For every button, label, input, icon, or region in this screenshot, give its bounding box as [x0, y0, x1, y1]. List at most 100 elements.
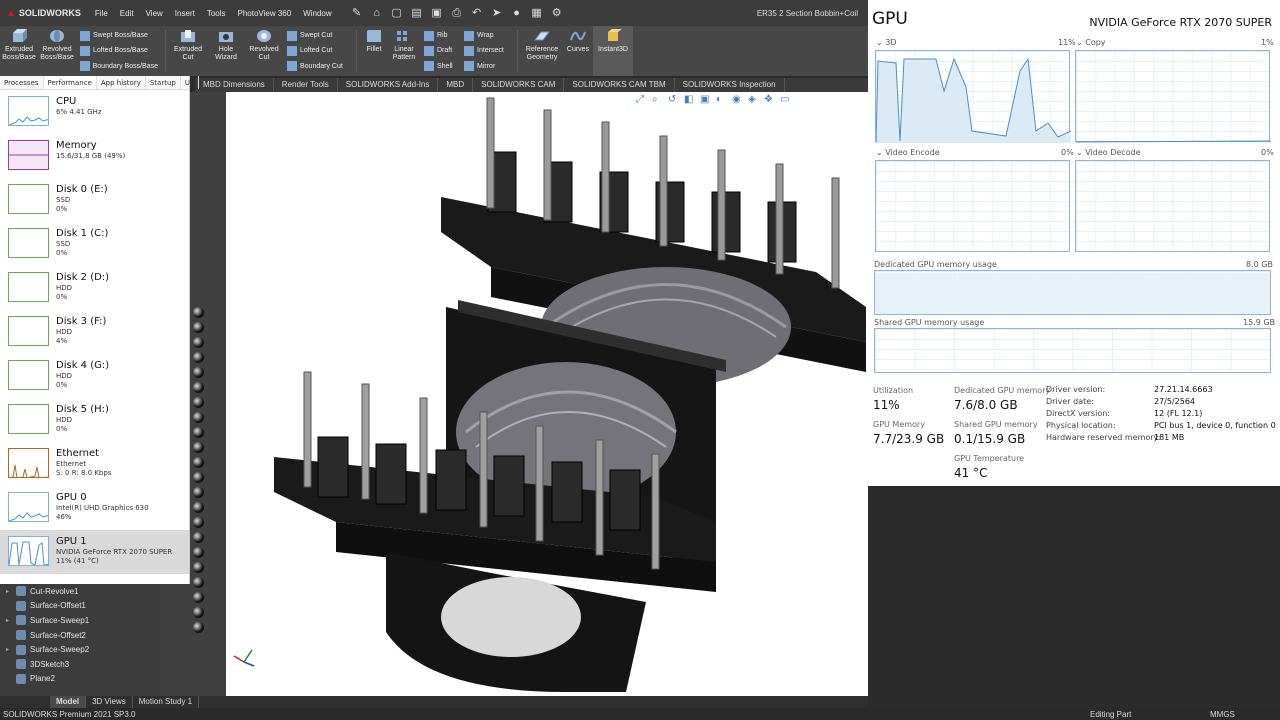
appearance-ball-icon[interactable] — [193, 457, 204, 468]
options-gear-icon[interactable]: ⚙ — [550, 6, 564, 20]
boundary-cut-button[interactable]: Boundary Cut — [287, 61, 349, 72]
appearance-ball-icon[interactable] — [193, 412, 204, 423]
edit-appearance-icon[interactable]: ◈ — [748, 95, 758, 105]
appearance-ball-icon[interactable] — [193, 472, 204, 483]
perf-item-disk-5-h[interactable]: Disk 5 (H:) HDD 0% — [0, 398, 189, 442]
home-icon[interactable]: ⌂ — [370, 6, 384, 20]
tree-item[interactable]: ▸ Surface-Sweep1 — [0, 613, 160, 628]
appearance-ball-icon[interactable] — [193, 397, 204, 408]
cm-tab[interactable]: SOLIDWORKS CAM — [473, 78, 565, 92]
draft-button[interactable]: Draft — [424, 45, 456, 56]
appearance-ball-icon[interactable] — [193, 352, 204, 363]
expand-arrow-icon[interactable]: ▸ — [6, 588, 12, 595]
perf-item-memory[interactable]: Memory 15.6/31.8 GB (49%) — [0, 134, 189, 178]
tm-tab[interactable]: Us — [181, 76, 199, 89]
appearance-ball-icon[interactable] — [193, 622, 204, 633]
appearance-ball-icon[interactable] — [193, 367, 204, 378]
wrap-button[interactable]: Wrap — [464, 30, 510, 41]
mirror-button[interactable]: Mirror — [464, 61, 510, 72]
tm-tab[interactable]: Startup — [146, 76, 181, 89]
previous-view-icon[interactable]: ↺ — [668, 95, 678, 105]
feature-tree-scroll-area[interactable] — [160, 584, 190, 696]
model-tab[interactable]: Model — [50, 696, 87, 708]
appearance-ball-icon[interactable] — [193, 487, 204, 498]
menu-insert[interactable]: Insert — [169, 9, 201, 18]
boundary-boss-button[interactable]: Boundary Boss/Base — [80, 61, 158, 72]
section-view-icon[interactable]: ◧ — [684, 95, 694, 105]
graph-3d-label[interactable]: ⌄ 3D — [876, 38, 897, 47]
graph-video-decode-label[interactable]: ⌄ Video Decode — [1076, 148, 1141, 157]
menu-photoview-360[interactable]: PhotoView 360 — [232, 9, 298, 18]
menu-view[interactable]: View — [140, 9, 169, 18]
shell-button[interactable]: Shell — [424, 61, 456, 72]
cm-tab[interactable]: MBD — [438, 78, 474, 92]
tm-tab[interactable]: App history — [97, 76, 146, 89]
lofted-cut-button[interactable]: Lofted Cut — [287, 45, 349, 56]
save-icon[interactable]: ▣ — [430, 6, 444, 20]
cm-tab[interactable]: SOLIDWORKS Inspection — [675, 78, 785, 92]
graph-copy-label[interactable]: ⌄ Copy — [1076, 38, 1106, 47]
expand-arrow-icon[interactable]: ▸ — [6, 646, 12, 653]
zoom-area-icon[interactable]: ⌕ — [652, 95, 662, 105]
appearance-ball-icon[interactable] — [193, 607, 204, 618]
linear-pattern-button[interactable]: Linear Pattern — [388, 26, 420, 76]
appearance-ball-icon[interactable] — [193, 502, 204, 513]
model-tab[interactable]: Motion Study 1 — [133, 696, 200, 708]
hole-wizard-button[interactable]: Hole Wizard — [207, 26, 245, 76]
tree-item[interactable]: ▸ Cut-Revolve1 — [0, 584, 160, 599]
menu-edit[interactable]: Edit — [114, 9, 140, 18]
new-file-icon[interactable]: ▢ — [390, 6, 404, 20]
swept-boss-button[interactable]: Swept Boss/Base — [80, 30, 158, 41]
revolved-boss-button[interactable]: Revolved Boss/Base — [38, 26, 76, 76]
select-icon[interactable]: ➤ — [490, 6, 504, 20]
perf-item-cpu[interactable]: CPU 6% 4.41 GHz — [0, 90, 189, 134]
tree-item[interactable]: Plane2 — [0, 672, 160, 687]
menu-file[interactable]: File — [89, 9, 114, 18]
swept-cut-button[interactable]: Swept Cut — [287, 30, 349, 41]
perf-item-disk-4-g[interactable]: Disk 4 (G:) HDD 0% — [0, 354, 189, 398]
cm-tab[interactable]: MBD Dimensions — [195, 78, 274, 92]
rib-button[interactable]: Rib — [424, 30, 456, 41]
display-style-icon[interactable]: ◐ — [716, 95, 726, 105]
reference-geometry-button[interactable]: Reference Geometry — [521, 26, 563, 76]
revolved-cut-button[interactable]: Revolved Cut — [245, 26, 283, 76]
intersect-button[interactable]: Intersect — [464, 45, 510, 56]
tree-item[interactable]: 3DSketch3 — [0, 657, 160, 672]
graph-video-encode-label[interactable]: ⌄ Video Encode — [876, 148, 940, 157]
expand-arrow-icon[interactable]: ▸ — [6, 617, 12, 624]
menu-window[interactable]: Window — [297, 9, 337, 18]
extruded-cut-button[interactable]: Extruded Cut — [169, 26, 207, 76]
appearance-ball-icon[interactable] — [193, 592, 204, 603]
tm-tab[interactable]: Performance — [43, 76, 97, 89]
view-settings-icon[interactable]: ▭ — [780, 95, 790, 105]
cm-tab[interactable]: Render Tools — [274, 78, 338, 92]
appearance-ball-icon[interactable] — [193, 532, 204, 543]
pin-icon[interactable]: ✎ — [350, 6, 364, 20]
view-orientation-icon[interactable]: ▣ — [700, 95, 710, 105]
lofted-boss-button[interactable]: Lofted Boss/Base — [80, 45, 158, 56]
print-icon[interactable]: ⎙ — [450, 6, 464, 20]
appearance-ball-icon[interactable] — [193, 307, 204, 318]
zoom-to-fit-icon[interactable]: ⤢ — [636, 95, 646, 105]
status-units[interactable]: MMGS — [1210, 710, 1235, 719]
traffic-light-icon[interactable]: ● — [510, 6, 524, 20]
tree-item[interactable]: Surface-Offset1 — [0, 599, 160, 614]
perf-item-disk-3-f[interactable]: Disk 3 (F:) HDD 4% — [0, 310, 189, 354]
extruded-boss-button[interactable]: Extruded Boss/Base — [0, 26, 38, 76]
model-tab[interactable]: 3D Views — [86, 696, 133, 708]
cm-tab[interactable]: SOLIDWORKS CAM TBM — [564, 78, 675, 92]
undo-icon[interactable]: ↶ — [470, 6, 484, 20]
appearance-ball-icon[interactable] — [193, 547, 204, 558]
perf-item-disk-2-d[interactable]: Disk 2 (D:) HDD 0% — [0, 266, 189, 310]
instant3d-button[interactable]: Instant3D — [593, 26, 633, 76]
tm-tab[interactable]: Processes — [0, 76, 44, 89]
appearance-ball-icon[interactable] — [193, 577, 204, 588]
cm-tab[interactable]: SOLIDWORKS Add-Ins — [338, 78, 439, 92]
tree-item[interactable]: Surface-Offset2 — [0, 628, 160, 643]
appearance-ball-icon[interactable] — [193, 562, 204, 573]
graphics-area[interactable] — [226, 92, 868, 696]
appearance-ball-icon[interactable] — [193, 517, 204, 528]
appearance-ball-icon[interactable] — [193, 322, 204, 333]
hide-show-icon[interactable]: ◉ — [732, 95, 742, 105]
perf-item-gpu-0[interactable]: GPU 0 Intel(R) UHD Graphics 630 46% — [0, 486, 189, 530]
